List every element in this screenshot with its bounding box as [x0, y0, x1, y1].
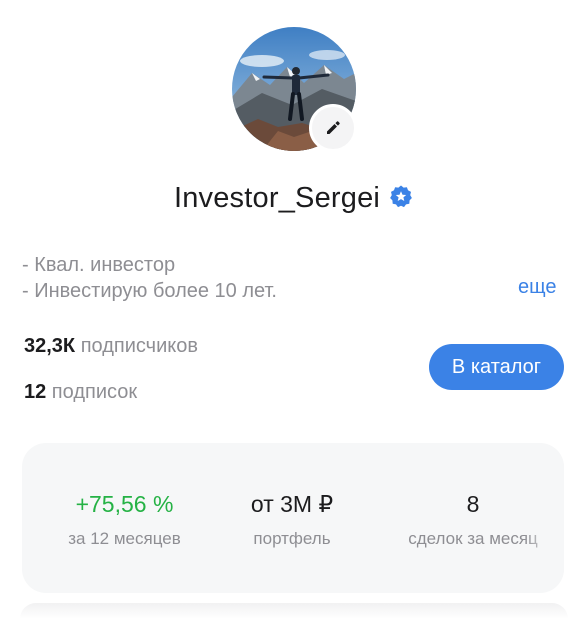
edit-icon: [327, 121, 340, 134]
bio-line: - Инвестирую более 10 лет.: [22, 280, 277, 302]
username: Investor_Sergei: [173, 181, 381, 214]
bio: - Квал. инвестор - Инвестирую более 10 л…: [22, 252, 277, 304]
bio-more-link[interactable]: еще: [518, 276, 556, 299]
metric-return-caption: за 12 месяцев: [68, 529, 181, 548]
subscribers-stat[interactable]: 32,3К подписчиков: [24, 335, 198, 358]
next-section-edge: [20, 603, 568, 619]
subscriptions-label: подписок: [46, 381, 138, 403]
catalog-button[interactable]: В каталог: [429, 344, 564, 390]
bio-line: - Квал. инвестор: [22, 254, 176, 276]
subscriptions-count: 12: [24, 381, 47, 403]
subscribers-label: подписчиков: [75, 335, 198, 357]
metric-portfolio-caption: портфель: [253, 529, 331, 548]
profile-page: Investor_Sergei - Квал. инвестор - Инвес…: [0, 0, 588, 619]
subscribers-count: 32,3К: [24, 335, 76, 357]
metric-return-value: +75,56 %: [75, 491, 174, 517]
verified-badge-icon: [390, 185, 412, 208]
profile-name-row: Investor_Sergei: [0, 178, 588, 218]
metric-portfolio-value: от 3М ₽: [250, 491, 334, 517]
metrics-card: +75,56 % за 12 месяцев от 3М ₽ портфель …: [22, 443, 564, 593]
edit-avatar-button[interactable]: [309, 104, 357, 152]
subscriptions-stat[interactable]: 12 подписок: [24, 381, 137, 404]
scroll-fade: [524, 443, 564, 593]
